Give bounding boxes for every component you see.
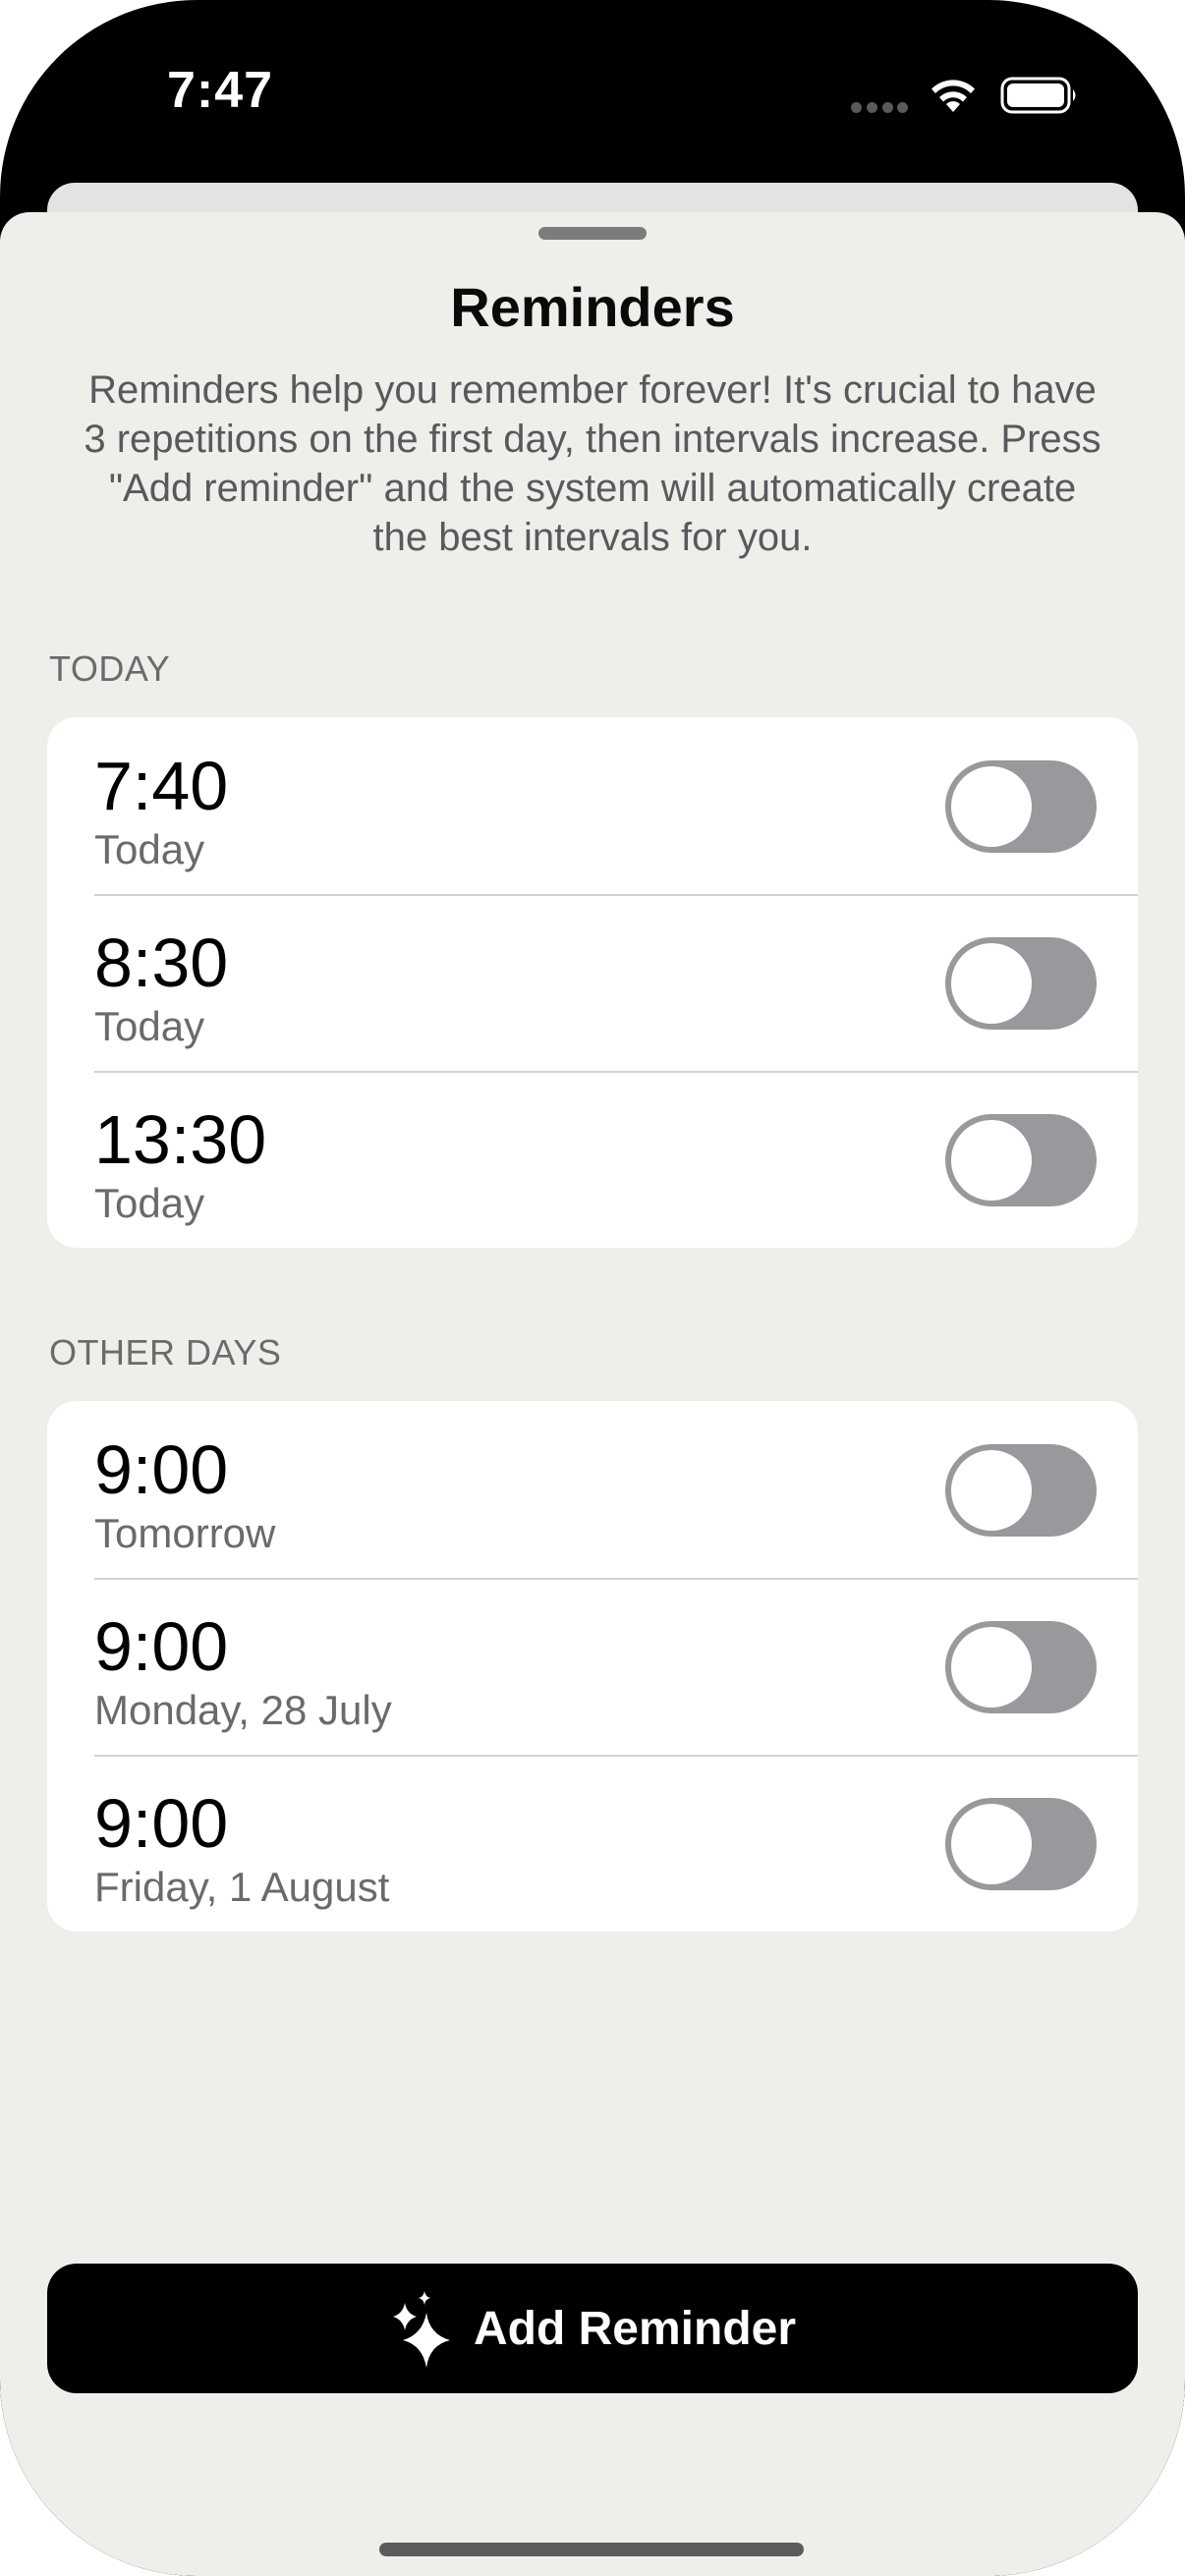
sheet-description: Reminders help you remember forever! It'… xyxy=(84,368,1101,559)
reminder-row[interactable]: 9:00 Monday, 28 July xyxy=(47,1578,1138,1755)
toggle-knob xyxy=(951,1804,1032,1884)
reminder-toggle[interactable] xyxy=(945,1621,1097,1713)
reminder-row[interactable]: 7:40 Today xyxy=(47,717,1138,894)
add-reminder-button[interactable]: Add Reminder xyxy=(47,2264,1138,2393)
reminder-toggle[interactable] xyxy=(945,760,1097,853)
reminder-row[interactable]: 8:30 Today xyxy=(47,894,1138,1071)
reminder-day: Monday, 28 July xyxy=(94,1687,392,1733)
toggle-knob xyxy=(951,766,1032,847)
reminder-time: 7:40 xyxy=(94,748,229,824)
battery-icon xyxy=(1000,77,1076,114)
reminder-row[interactable]: 13:30 Today xyxy=(47,1071,1138,1248)
reminder-row[interactable]: 9:00 Friday, 1 August xyxy=(47,1755,1138,1932)
wifi-icon xyxy=(931,80,975,112)
reminder-time: 8:30 xyxy=(94,924,229,1001)
device-frame: 7:47 Reminders Reminders help you rememb… xyxy=(0,0,1185,2576)
cellular-dots-icon xyxy=(851,102,908,114)
toggle-knob xyxy=(951,1627,1032,1708)
status-time: 7:47 xyxy=(167,62,274,119)
reminder-time: 9:00 xyxy=(94,1785,229,1862)
reminder-day: Today xyxy=(94,826,205,872)
reminder-day: Today xyxy=(94,1180,205,1226)
add-reminder-label: Add Reminder xyxy=(473,2302,797,2355)
reminder-day: Today xyxy=(94,1003,205,1049)
toggle-knob xyxy=(951,1120,1032,1201)
status-bar: 7:47 xyxy=(0,0,1185,187)
reminder-toggle[interactable] xyxy=(945,1444,1097,1537)
toggle-knob xyxy=(951,943,1032,1024)
reminder-time: 9:00 xyxy=(94,1431,229,1508)
reminder-time: 13:30 xyxy=(94,1101,267,1178)
reminder-time: 9:00 xyxy=(94,1608,229,1685)
toggle-knob xyxy=(951,1450,1032,1531)
reminder-row[interactable]: 9:00 Tomorrow xyxy=(47,1401,1138,1578)
sparkle-icon xyxy=(392,2291,450,2368)
sheet-grabber[interactable] xyxy=(538,227,647,240)
home-indicator[interactable] xyxy=(379,2543,804,2556)
sheet-title: Reminders xyxy=(450,276,735,338)
reminder-toggle[interactable] xyxy=(945,1798,1097,1890)
reminder-toggle[interactable] xyxy=(945,1114,1097,1206)
reminders-list-other-days: 9:00 Tomorrow 9:00 Monday, 28 July 9:00 … xyxy=(47,1401,1138,1932)
reminders-list-today: 7:40 Today 8:30 Today 13:30 Today xyxy=(47,717,1138,1248)
reminders-sheet: Reminders Reminders help you remember fo… xyxy=(0,212,1185,2576)
section-header-today: TODAY xyxy=(49,648,171,689)
reminder-day: Friday, 1 August xyxy=(94,1864,390,1910)
reminder-toggle[interactable] xyxy=(945,937,1097,1030)
reminder-day: Tomorrow xyxy=(94,1510,276,1556)
section-header-other-days: OTHER DAYS xyxy=(49,1332,282,1372)
